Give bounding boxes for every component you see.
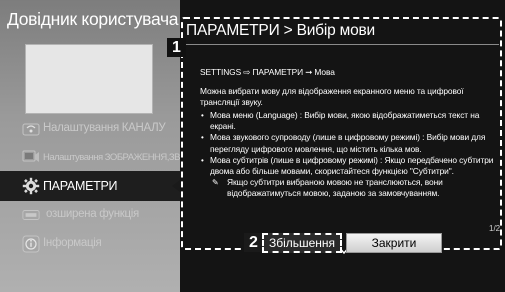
help-text: SETTINGS ⇨ ПАРАМЕТРИ ➞ Мова Можна вибрат…: [200, 67, 500, 199]
satellite-dish-icon: [22, 120, 40, 138]
option-list: Мова меню (Language) : Вибір мови, якою …: [200, 110, 500, 177]
page-title: ПАРАМЕТРИ > Вибір мови: [186, 22, 375, 39]
intro-text: Можна вибрати мову для відображення екра…: [200, 86, 464, 108]
close-button[interactable]: Закрити: [346, 233, 442, 253]
sidebar-item-advanced-function[interactable]: озширена функція: [0, 200, 180, 230]
advanced-function-icon: [22, 206, 40, 224]
sidebar-item-label: озширена функція: [46, 208, 139, 220]
sidebar-item-parameters[interactable]: ПАРАМЕТРИ: [0, 171, 180, 201]
callout-badge-2: 2: [244, 233, 263, 252]
list-item: Мова меню (Language) : Вибір мови, якою …: [200, 110, 500, 132]
callout-badge-1: 1: [167, 38, 186, 57]
sidebar-item-channel-settings[interactable]: Налаштування КАНАЛУ: [0, 114, 180, 144]
sidebar-item-label: Налаштування ЗОБРАЖЕННЯ,ЗВУКУ: [43, 152, 196, 163]
guide-title: Довідник користувача: [7, 9, 179, 29]
sidebar-item-picture-sound[interactable]: Налаштування ЗОБРАЖЕННЯ,ЗВУКУ: [0, 142, 196, 172]
picture-sound-icon: [22, 148, 40, 166]
note-icon: ✎: [212, 177, 219, 187]
sidebar-item-label: ПАРАМЕТРИ: [43, 179, 118, 193]
list-item: Мова звукового супроводу (лише в цифрово…: [200, 132, 500, 154]
preview-thumbnail: [25, 44, 153, 114]
zoom-button[interactable]: Збільшення: [262, 233, 342, 253]
note: ✎ Якщо субтитри вибраною мовою не трансл…: [200, 177, 500, 199]
sidebar-item-information[interactable]: Інформація: [0, 229, 180, 259]
info-icon: [22, 235, 40, 253]
list-item: Мова субтитрів (лише в цифровому режимі)…: [200, 155, 500, 177]
sidebar-item-label: Налаштування КАНАЛУ: [43, 122, 166, 134]
gear-icon: [22, 177, 40, 195]
sidebar-item-label: Інформація: [43, 237, 102, 249]
page-indicator: 1/2: [489, 224, 501, 233]
selection-pointer: [172, 180, 180, 192]
note-text: Якщо субтитри вибраною мовою не транслюю…: [227, 176, 443, 198]
breadcrumb: SETTINGS ⇨ ПАРАМЕТРИ ➞ Мова: [200, 67, 335, 77]
